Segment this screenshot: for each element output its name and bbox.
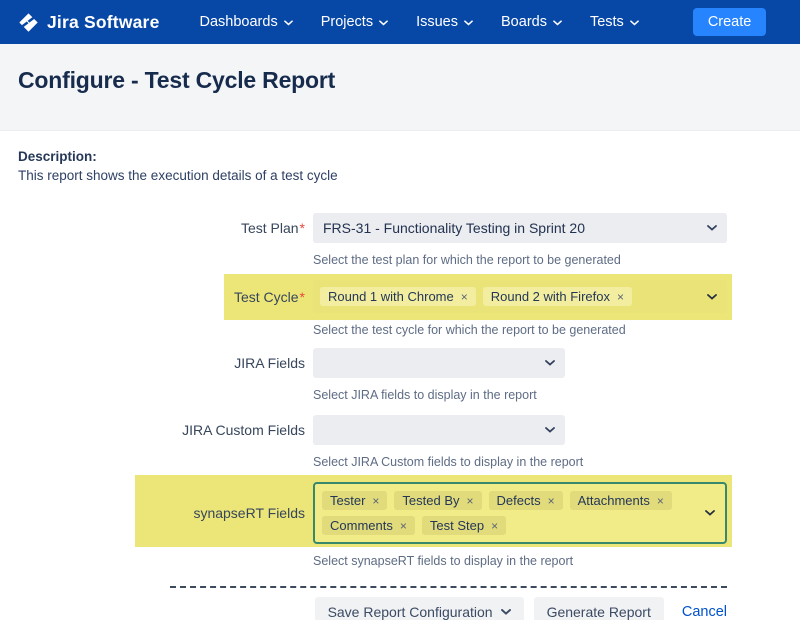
nav-item-boards[interactable]: Boards (501, 14, 562, 30)
nav-menu: Dashboards Projects Issues Boards Tests … (200, 8, 767, 36)
jira-logo-icon (18, 12, 39, 33)
chevron-down-icon (553, 20, 562, 26)
page-header: Configure - Test Cycle Report (0, 44, 800, 131)
remove-chip-icon[interactable]: × (461, 291, 468, 303)
chip-label: Attachments (578, 493, 650, 508)
chevron-down-icon (630, 20, 639, 26)
synapsert-fields-hint: Select synapseRT fields to display in th… (313, 554, 573, 568)
brand-name: Jira Software (47, 12, 160, 33)
chevron-down-icon (284, 20, 293, 26)
chevron-down-icon (545, 360, 555, 366)
form-row-jira-fields: JIRA Fields (18, 348, 782, 378)
jira-custom-fields-label: JIRA Custom Fields (18, 422, 305, 438)
chip-label: Round 2 with Firefox (491, 289, 610, 304)
report-config-form: Test Plan* FRS-31 - Functionality Testin… (18, 213, 782, 620)
description-text: This report shows the execution details … (18, 168, 782, 183)
label-text: JIRA Custom Fields (182, 422, 305, 438)
jira-fields-label: JIRA Fields (18, 355, 305, 371)
chip-label: Test Step (430, 518, 484, 533)
nav-item-label: Dashboards (200, 14, 278, 30)
form-row-test-cycle: Test Cycle* Round 1 with Chrome × Round 2… (18, 280, 782, 313)
chevron-down-icon (464, 20, 473, 26)
remove-chip-icon[interactable]: × (400, 520, 407, 532)
nav-item-issues[interactable]: Issues (416, 14, 473, 30)
chip-round-1-with-chrome: Round 1 with Chrome × (320, 287, 476, 306)
chip-label: Defects (497, 493, 541, 508)
page-title: Configure - Test Cycle Report (18, 67, 782, 94)
label-text: JIRA Fields (234, 355, 305, 371)
chip-round-2-with-firefox: Round 2 with Firefox × (483, 287, 632, 306)
required-marker: * (300, 220, 305, 236)
generate-report-button[interactable]: Generate Report (534, 597, 664, 620)
form-row-synapsert-fields: synapseRT Fields Tester × Tested By × Defe… (18, 482, 782, 544)
chip-tester: Tester × (322, 491, 387, 510)
jira-custom-fields-hint: Select JIRA Custom fields to display in … (313, 455, 583, 469)
chip-label: Tester (330, 493, 365, 508)
remove-chip-icon[interactable]: × (617, 291, 624, 303)
test-cycle-hint: Select the test cycle for which the repo… (313, 323, 626, 337)
create-button[interactable]: Create (693, 8, 767, 36)
nav-item-label: Tests (590, 14, 624, 30)
form-actions: Save Report Configuration Generate Repor… (170, 586, 727, 620)
nav-item-tests[interactable]: Tests (590, 14, 639, 30)
chip-label: Round 1 with Chrome (328, 289, 454, 304)
chip-label: Tested By (402, 493, 459, 508)
form-row-test-plan: Test Plan* FRS-31 - Functionality Testin… (18, 213, 782, 243)
nav-item-label: Issues (416, 14, 458, 30)
synapsert-fields-label: synapseRT Fields (18, 505, 305, 521)
nav-item-label: Projects (321, 14, 373, 30)
chip-tested-by: Tested By × (394, 491, 481, 510)
chip-defects: Defects × (489, 491, 563, 510)
top-navbar: Jira Software Dashboards Projects Issues… (0, 0, 800, 44)
save-report-configuration-button[interactable]: Save Report Configuration (315, 597, 524, 620)
test-plan-label: Test Plan* (18, 220, 305, 236)
required-marker: * (300, 289, 305, 305)
nav-item-projects[interactable]: Projects (321, 14, 388, 30)
test-plan-select[interactable]: FRS-31 - Functionality Testing in Sprint… (313, 213, 727, 243)
remove-chip-icon[interactable]: × (491, 520, 498, 532)
test-cycle-multiselect[interactable]: Round 1 with Chrome × Round 2 with Firefo… (313, 280, 727, 313)
test-plan-hint: Select the test plan for which the repor… (313, 253, 621, 267)
jira-fields-select[interactable] (313, 348, 565, 378)
button-label: Generate Report (547, 604, 651, 620)
test-cycle-label: Test Cycle* (18, 289, 305, 305)
remove-chip-icon[interactable]: × (657, 495, 664, 507)
remove-chip-icon[interactable]: × (548, 495, 555, 507)
cancel-link[interactable]: Cancel (682, 604, 727, 620)
label-text: Test Cycle (234, 289, 299, 305)
test-plan-selected-value: FRS-31 - Functionality Testing in Sprint… (323, 220, 585, 236)
jira-custom-fields-select[interactable] (313, 415, 565, 445)
chip-test-step: Test Step × (422, 516, 506, 535)
main-content: Description: This report shows the execu… (0, 131, 800, 620)
chip-label: Comments (330, 518, 393, 533)
button-label: Save Report Configuration (328, 604, 493, 620)
jira-brand[interactable]: Jira Software (18, 12, 160, 33)
chip-comments: Comments × (322, 516, 415, 535)
jira-fields-hint: Select JIRA fields to display in the rep… (313, 388, 537, 402)
remove-chip-icon[interactable]: × (467, 495, 474, 507)
chevron-down-icon (707, 294, 717, 300)
nav-item-label: Boards (501, 14, 547, 30)
chevron-down-icon (545, 427, 555, 433)
nav-item-dashboards[interactable]: Dashboards (200, 14, 293, 30)
description-block: Description: This report shows the execu… (18, 149, 782, 183)
description-heading: Description: (18, 149, 782, 164)
chevron-down-icon (707, 225, 717, 231)
remove-chip-icon[interactable]: × (372, 495, 379, 507)
form-row-jira-custom-fields: JIRA Custom Fields (18, 415, 782, 445)
chevron-down-icon (705, 510, 715, 516)
synapsert-fields-multiselect[interactable]: Tester × Tested By × Defects × Attachments ×… (313, 482, 727, 544)
chevron-down-icon (501, 609, 511, 615)
chevron-down-icon (379, 20, 388, 26)
label-text: Test Plan (241, 220, 299, 236)
label-text: synapseRT Fields (193, 505, 305, 521)
chip-attachments: Attachments × (570, 491, 672, 510)
